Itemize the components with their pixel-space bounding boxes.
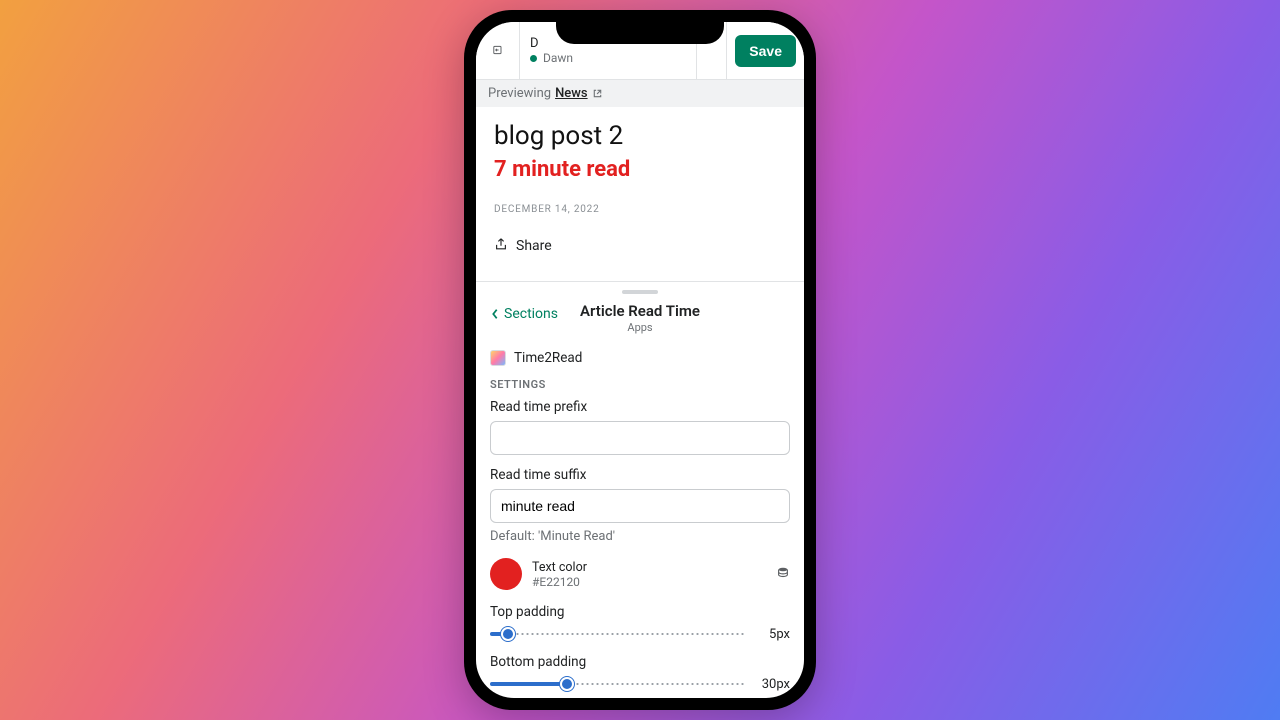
sections-back-button[interactable]: Sections (490, 306, 558, 322)
panel-subtitle: Apps (490, 321, 790, 334)
top-padding-label: Top padding (490, 604, 790, 620)
color-swatch[interactable] (490, 558, 522, 590)
share-label: Share (516, 238, 552, 254)
top-padding-slider[interactable] (490, 626, 746, 642)
preview-strip: Previewing News (476, 80, 804, 107)
bottom-padding-label: Bottom padding (490, 654, 790, 670)
suffix-input[interactable] (490, 489, 790, 523)
app-row[interactable]: Time2Read (476, 344, 804, 374)
field-prefix: Read time prefix (476, 399, 804, 467)
drag-handle[interactable] (622, 290, 658, 294)
external-link-icon (592, 88, 603, 99)
prefix-label: Read time prefix (490, 399, 790, 415)
field-bottom-padding: Bottom padding 30px (476, 654, 804, 698)
status-dot-icon (530, 55, 537, 62)
exit-icon (492, 41, 504, 60)
exit-editor-button[interactable] (476, 22, 520, 79)
field-top-padding: Top padding 5px (476, 604, 804, 654)
share-button[interactable]: Share (494, 237, 786, 269)
sections-back-label: Sections (504, 306, 558, 322)
text-color-row[interactable]: Text color #E22120 (476, 556, 804, 604)
article-preview: blog post 2 7 minute read DECEMBER 14, 2… (476, 107, 804, 281)
theme-name: Dawn (543, 51, 573, 65)
settings-panel: Sections Article Read Time Apps Time2Rea… (476, 282, 804, 698)
phone-frame: D Dawn Save Previewing News (464, 10, 816, 710)
bottom-padding-value: 30px (756, 677, 790, 692)
dynamic-source-icon[interactable] (776, 565, 790, 584)
screen: D Dawn Save Previewing News (476, 22, 804, 698)
gradient-background: D Dawn Save Previewing News (0, 0, 1280, 720)
settings-heading: SETTINGS (476, 374, 804, 399)
suffix-label: Read time suffix (490, 467, 790, 483)
app-name: Time2Read (514, 350, 582, 366)
field-suffix: Read time suffix Default: 'Minute Read' (476, 467, 804, 556)
text-color-label: Text color (532, 560, 766, 575)
preview-template-link[interactable]: News (555, 86, 588, 101)
bottom-padding-slider[interactable] (490, 676, 746, 692)
read-time-text: 7 minute read (494, 157, 786, 182)
share-icon (494, 237, 508, 255)
post-title: blog post 2 (494, 121, 786, 151)
suffix-helper: Default: 'Minute Read' (490, 529, 790, 544)
text-color-value: #E22120 (532, 575, 766, 589)
post-date: DECEMBER 14, 2022 (494, 204, 786, 215)
top-padding-value: 5px (756, 627, 790, 642)
preview-prefix: Previewing (488, 86, 551, 101)
save-button[interactable]: Save (735, 35, 796, 67)
phone-notch (556, 10, 724, 44)
prefix-input[interactable] (490, 421, 790, 455)
app-icon (490, 350, 506, 366)
